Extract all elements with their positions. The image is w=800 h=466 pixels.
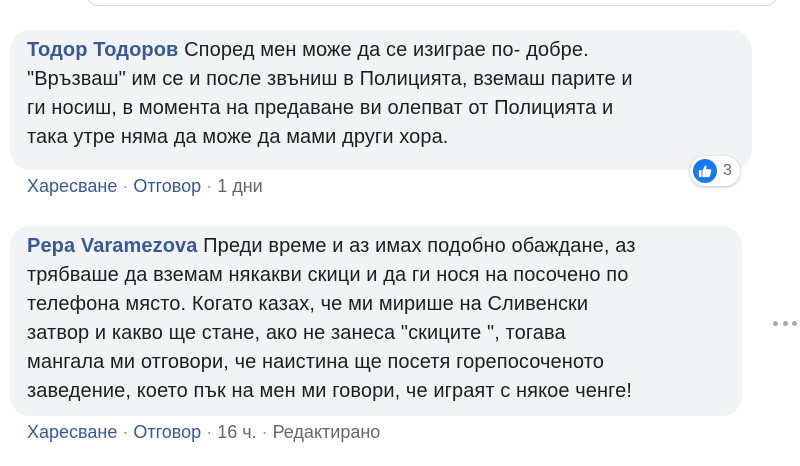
comment-text-line-2: "Връзваш" им се и после звъниш в Полиция… bbox=[27, 68, 633, 90]
comment-todor: Тодор Тодоров Според мен може да се изиг… bbox=[10, 30, 752, 197]
comment-text-line-1: Според мен може да се изиграе по- добре. bbox=[184, 39, 589, 61]
reaction-count: 3 bbox=[723, 162, 732, 179]
comment-pepa: Pepa Varamezova Преди време и аз имах по… bbox=[10, 226, 742, 443]
separator-dot: · bbox=[122, 176, 129, 196]
separator-dot: · bbox=[261, 422, 268, 442]
comment-actions: Харесване · Отговор · 1 дни bbox=[10, 176, 752, 197]
comment-actions: Харесване · Отговор · 16 ч. · Редактирано bbox=[10, 422, 742, 443]
comment-bubble: Pepa Varamezova Преди време и аз имах по… bbox=[10, 226, 742, 416]
separator-dot: · bbox=[122, 422, 129, 442]
separator-dot: · bbox=[206, 422, 213, 442]
like-thumb-icon bbox=[693, 159, 717, 183]
separator-dot: · bbox=[206, 176, 213, 196]
comment-text-line-3: телефона място. Когато казах, че ми мири… bbox=[27, 293, 589, 315]
like-button[interactable]: Харесване bbox=[27, 422, 117, 442]
comment-text-line-4: затвор и какво ще стане, ако не занеса "… bbox=[27, 322, 566, 344]
comment-text-line-4: така утре няма да може да мами други хор… bbox=[27, 126, 449, 148]
more-options-icon[interactable] bbox=[773, 316, 797, 330]
comment-author-link[interactable]: Pepa Varamezova bbox=[27, 235, 198, 257]
reaction-summary[interactable]: 3 bbox=[690, 156, 740, 186]
comment-timestamp[interactable]: 16 ч. bbox=[217, 422, 256, 442]
comment-input-box[interactable] bbox=[86, 0, 778, 6]
comment-text-line-5: мангала ми отговори, че наистина ще посе… bbox=[27, 351, 604, 373]
comment-thread: Тодор Тодоров Според мен може да се изиг… bbox=[0, 0, 800, 466]
comment-text-line-2: трябваше да вземам някакви скици и да ги… bbox=[27, 264, 629, 286]
comment-timestamp[interactable]: 1 дни bbox=[217, 176, 263, 196]
edited-label[interactable]: Редактирано bbox=[273, 422, 381, 442]
comment-bubble: Тодор Тодоров Според мен може да се изиг… bbox=[10, 30, 752, 170]
reply-button[interactable]: Отговор bbox=[133, 176, 201, 196]
comment-text-line-6: заведение, което пък на мен ми говори, ч… bbox=[27, 380, 633, 402]
like-button[interactable]: Харесване bbox=[27, 176, 117, 196]
reply-button[interactable]: Отговор bbox=[133, 422, 201, 442]
comment-author-link[interactable]: Тодор Тодоров bbox=[27, 39, 178, 61]
comment-text-line-3: ги носиш, в момента на предаване ви олеп… bbox=[27, 97, 614, 119]
comment-text-line-1: Преди време и аз имах подобно обаждане, … bbox=[203, 235, 636, 257]
